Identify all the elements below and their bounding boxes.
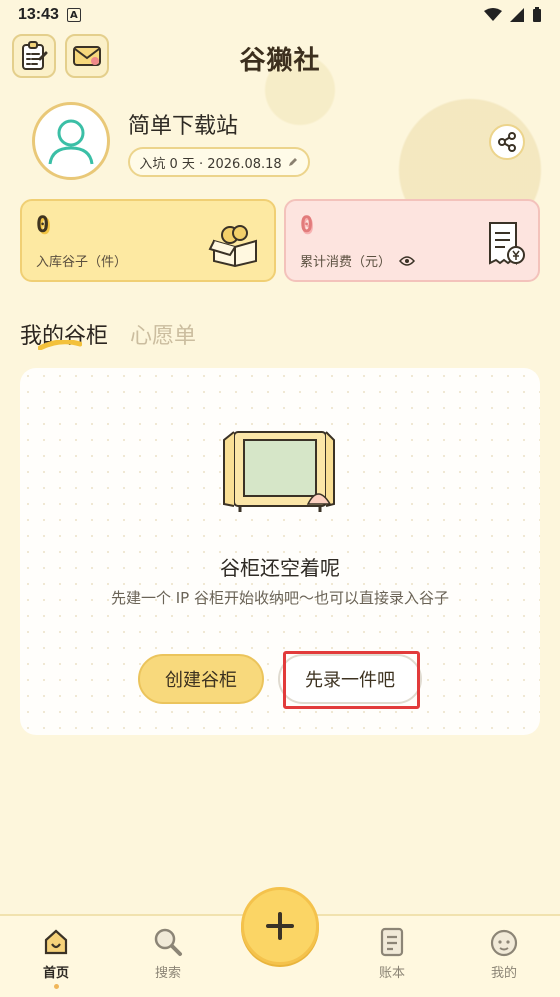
status-icons [484,7,542,23]
notification-a-icon: A [66,8,81,22]
home-icon [44,929,68,955]
share-icon [498,132,516,152]
record-item-button[interactable]: 先录一件吧 [278,654,422,704]
tab-active-underline [38,340,82,350]
tab-wishlist[interactable]: 心愿单 [130,318,196,350]
status-bar: 13:43 A [0,0,560,30]
box-icon [208,225,257,267]
avatar[interactable] [32,102,110,180]
receipt-icon [489,222,525,265]
battery-icon [533,7,541,22]
nav-profile[interactable]: 我的 [464,926,544,981]
edit-icon [288,158,297,166]
nav-ledger-label: 账本 [378,966,405,981]
default-avatar-icon [38,108,104,174]
collected-label-text: 入库谷子（件） [36,255,128,270]
nav-active-dot [53,984,59,989]
empty-state-description: 先建一个 IP 谷柜开始收纳吧～也可以直接录入谷子 [110,589,449,607]
collected-label: 入库谷子（件） [36,251,127,270]
nav-profile-label: 我的 [490,966,517,981]
plus-icon [266,912,294,940]
stat-card-collected[interactable]: 0 入库谷子（件） [20,199,276,282]
ledger-icon [380,927,404,957]
share-button[interactable] [489,124,525,160]
profile-icon [490,929,518,957]
signal-icon [510,8,524,22]
app-logo: 谷獭社 [239,46,321,76]
wifi-icon [484,8,502,21]
join-date-text: 入坑 0 天 · 2026.08.18 [139,156,282,172]
stat-card-spent[interactable]: 0 累计消费（元） [284,199,540,282]
nav-search-label: 搜索 [154,966,181,981]
username: 简单下载站 [128,114,239,139]
nav-ledger[interactable]: 账本 [352,926,432,981]
search-icon [154,928,182,956]
nav-home-label: 首页 [42,966,69,981]
eye-icon[interactable] [399,255,416,267]
nav-home[interactable]: 首页 [16,926,96,989]
empty-cabinet-illustration [223,431,335,512]
add-fab-button[interactable] [241,887,319,965]
spent-label: 累计消费（元） [300,251,416,270]
create-cabinet-button[interactable]: 创建谷柜 [138,654,264,704]
join-date-pill[interactable]: 入坑 0 天 · 2026.08.18 [128,147,310,177]
empty-state-title: 谷柜还空着呢 [220,556,340,580]
nav-search[interactable]: 搜索 [128,926,208,981]
status-time: 13:43 [18,6,59,23]
empty-cabinet-card: 谷柜还空着呢 先建一个 IP 谷柜开始收纳吧～也可以直接录入谷子 创建谷柜 先录… [20,368,540,735]
spent-label-text: 累计消费（元） [300,255,392,270]
